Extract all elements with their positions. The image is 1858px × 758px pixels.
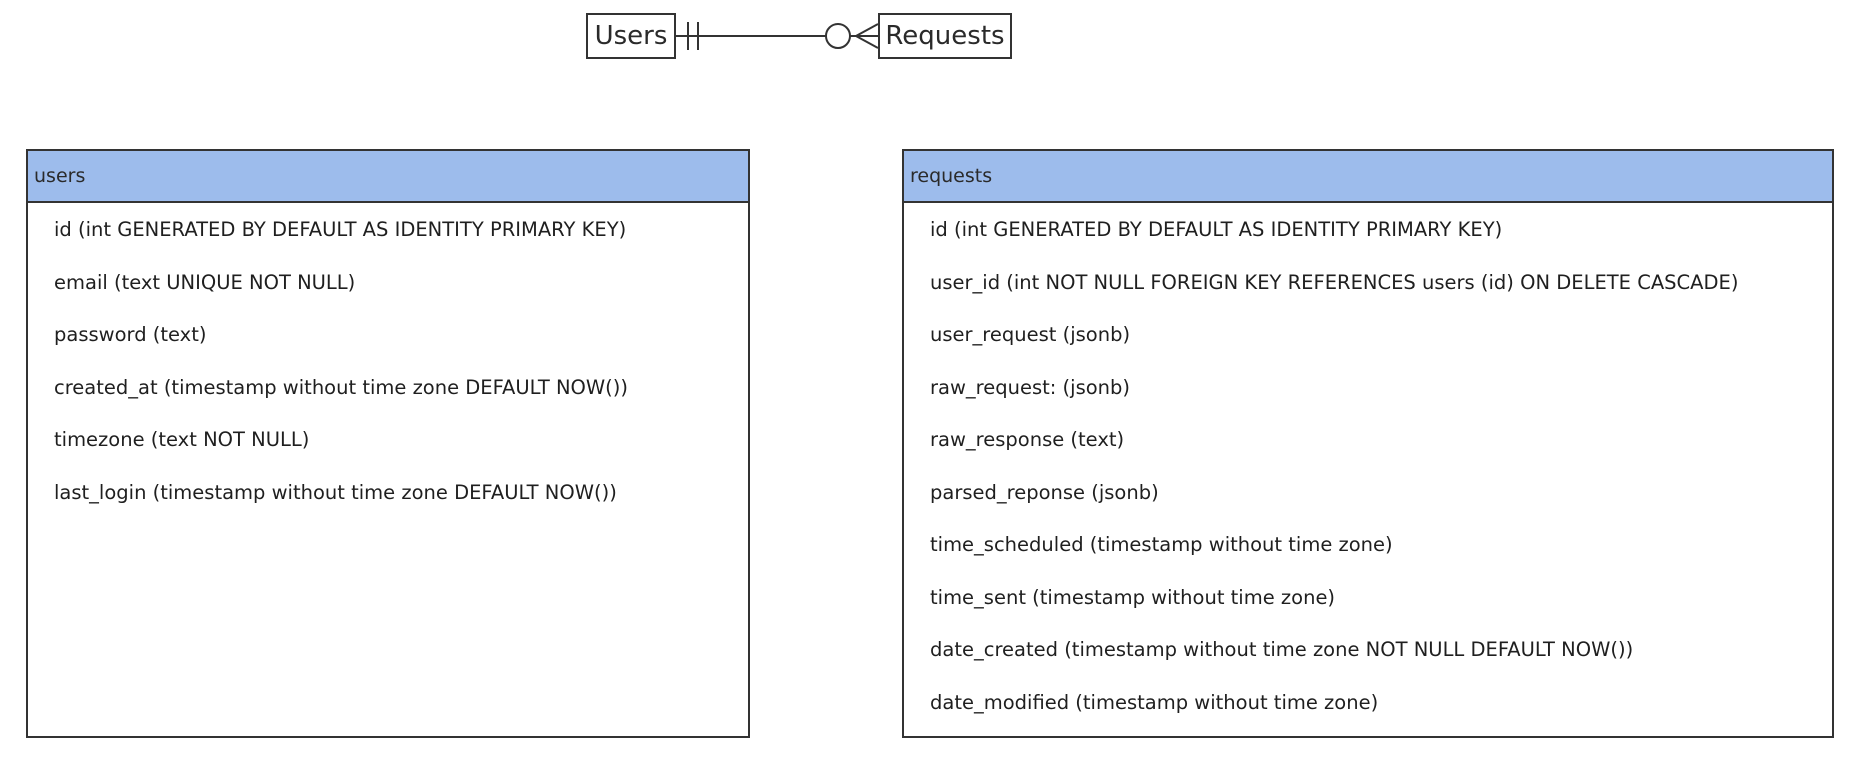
requests-column-list: id (int GENERATED BY DEFAULT AS IDENTITY… [904, 203, 1832, 740]
requests-column-id[interactable]: id (int GENERATED BY DEFAULT AS IDENTITY… [930, 215, 1832, 268]
users-table-header[interactable]: users [28, 151, 748, 203]
requests-column-time-sent[interactable]: time_sent (timestamp without time zone) [930, 583, 1832, 636]
requests-column-date-created[interactable]: date_created (timestamp without time zon… [930, 635, 1832, 688]
zero-marker-circle [825, 23, 851, 49]
requests-column-raw-response[interactable]: raw_response (text) [930, 425, 1832, 478]
requests-table-header[interactable]: requests [904, 151, 1832, 203]
users-column-last-login[interactable]: last_login (timestamp without time zone … [54, 478, 748, 531]
requests-column-user-request[interactable]: user_request (jsonb) [930, 320, 1832, 373]
requests-entity[interactable]: Requests [878, 13, 1012, 59]
users-column-password[interactable]: password (text) [54, 320, 748, 373]
users-column-list: id (int GENERATED BY DEFAULT AS IDENTITY… [28, 203, 748, 530]
requests-column-raw-request[interactable]: raw_request: (jsonb) [930, 373, 1832, 426]
users-table[interactable]: users id (int GENERATED BY DEFAULT AS ID… [26, 149, 750, 738]
users-column-email[interactable]: email (text UNIQUE NOT NULL) [54, 268, 748, 321]
crow-foot-lower [855, 35, 879, 49]
requests-column-parsed-response[interactable]: parsed_reponse (jsonb) [930, 478, 1832, 531]
users-column-created-at[interactable]: created_at (timestamp without time zone … [54, 373, 748, 426]
crow-foot-upper [855, 23, 879, 37]
requests-column-user-id[interactable]: user_id (int NOT NULL FOREIGN KEY REFERE… [930, 268, 1832, 321]
requests-column-time-scheduled[interactable]: time_scheduled (timestamp without time z… [930, 530, 1832, 583]
requests-table[interactable]: requests id (int GENERATED BY DEFAULT AS… [902, 149, 1834, 738]
users-column-id[interactable]: id (int GENERATED BY DEFAULT AS IDENTITY… [54, 215, 748, 268]
users-column-timezone[interactable]: timezone (text NOT NULL) [54, 425, 748, 478]
requests-column-date-modified[interactable]: date_modified (timestamp without time zo… [930, 688, 1832, 741]
